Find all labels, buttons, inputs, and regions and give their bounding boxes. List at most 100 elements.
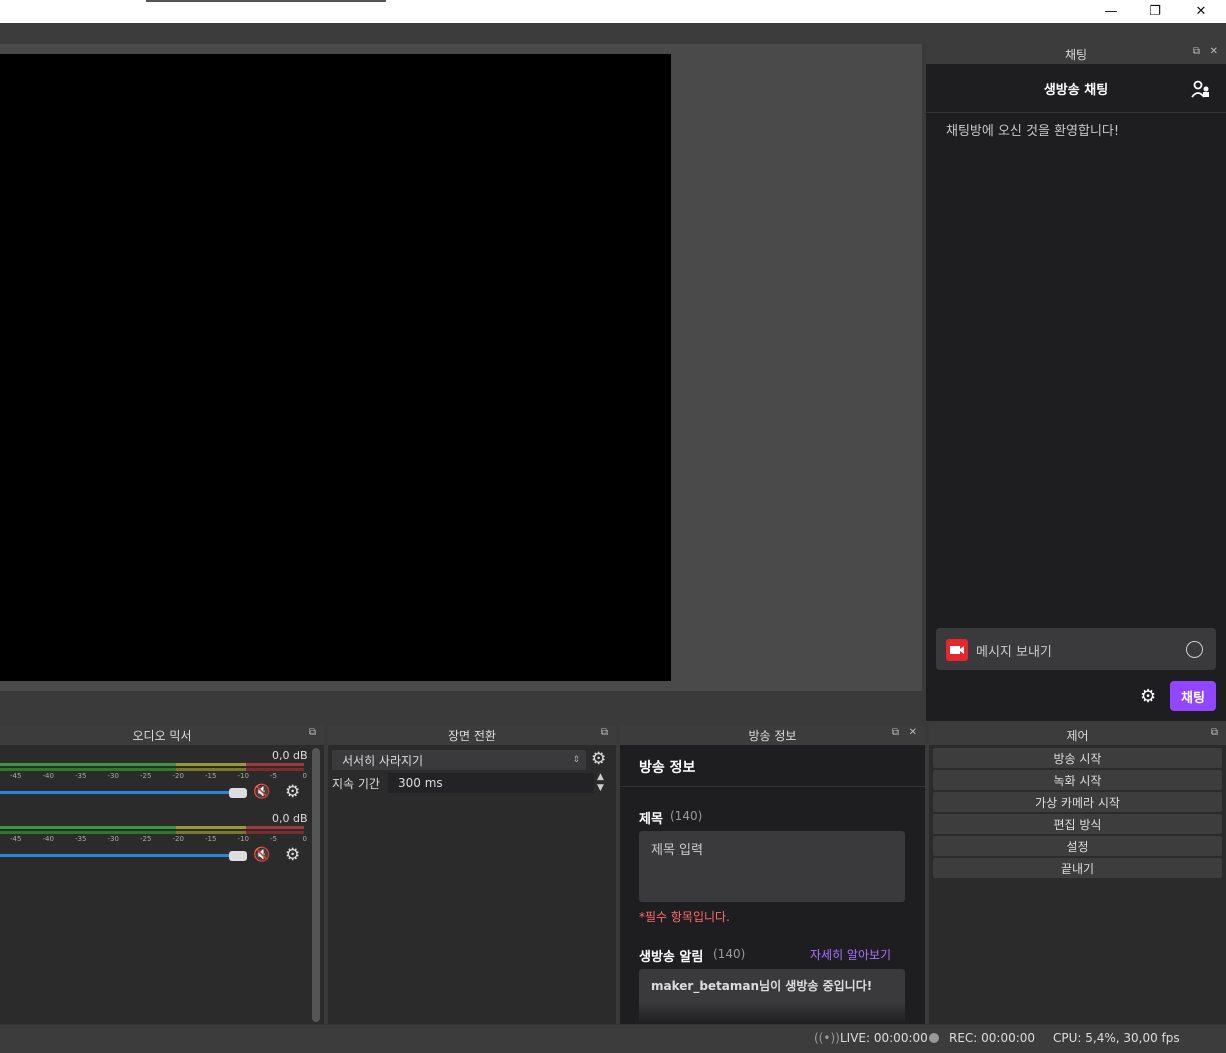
gear-icon[interactable]: ⚙ [1140,686,1156,707]
settings-button[interactable]: 설정 [933,836,1222,856]
meter-green [0,768,176,771]
float-icon[interactable]: ⧉ [892,727,899,738]
meter-scale-tick: 0 [302,835,307,843]
title-count: (140) [670,809,703,823]
meter-scale-tick: -25 [140,835,152,843]
chat-dock-title-label: 채팅 [1064,47,1088,62]
meter-red [246,831,304,834]
controls-dock-title: 제어 ⧉ [929,725,1226,745]
volume-slider-track[interactable] [0,791,232,794]
notify-label: 생방송 알림 [639,950,704,965]
users-icon[interactable] [1190,79,1212,99]
learn-more-link[interactable]: 자세히 알아보기 [810,946,891,963]
meter-scale-tick: -45 [10,772,22,780]
chat-dock-title: 채팅 ⧉ ✕ [926,44,1226,64]
mute-icon[interactable]: 🔇 [253,784,270,800]
duration-input[interactable]: 300 ms [388,773,594,793]
preview-bottom-bar [0,691,926,721]
chat-dock: 채팅 ⧉ ✕ [926,44,1226,721]
chat-welcome-message: 채팅방에 오신 것을 환영합니다! [946,124,1120,139]
window-titlebar [0,0,1226,23]
notify-value: maker_betaman님이 생방송 중입니다! [651,979,873,993]
mute-icon[interactable]: 🔇 [253,847,270,863]
mixer-scrollbar[interactable] [312,748,320,1022]
float-icon[interactable]: ⧉ [601,727,608,738]
start-virtual-camera-button[interactable]: 가상 카메라 시작 [933,792,1222,812]
status-bar [0,1024,1226,1053]
chat-send-button[interactable]: 채팅 [1170,681,1216,711]
meter-scale-tick: -35 [75,772,87,780]
meter-scale: -45 -40 -35 -30 -25 -20 -15 -10 -5 0 [0,835,310,845]
chat-input-placeholder: 메시지 보내기 [976,645,1052,660]
studio-mode-button[interactable]: 편집 방식 [933,814,1222,834]
minimize-button[interactable]: — [1088,0,1134,23]
meter-scale-tick: -10 [237,835,249,843]
live-time: LIVE: 00:00:00 [840,1031,928,1045]
meter-yellow [176,826,246,829]
info-dock-title: 방송 정보 ⧉ ✕ [620,725,925,745]
volume-slider-handle[interactable] [229,851,247,861]
meter-yellow [176,831,246,834]
transition-select[interactable]: 서서히 사라지기 ⇕ [332,750,586,770]
info-dock-title-label: 방송 정보 [748,728,797,743]
title-placeholder: 제목 입력 [651,843,703,858]
live-signal-icon: ((•)) [814,1031,840,1045]
title-underline [146,0,386,2]
volume-slider-handle[interactable] [229,788,247,798]
track-db-label: 0,0 dB [272,749,308,762]
start-recording-button[interactable]: 녹화 시작 [933,770,1222,790]
duration-value: 300 ms [398,776,443,790]
mixer-dock-title-label: 오디오 믹서 [132,728,192,743]
start-streaming-button[interactable]: 방송 시작 [933,748,1222,768]
transition-dock-title-label: 장면 전환 [448,728,496,743]
rec-dot-icon [929,1033,939,1043]
gear-icon[interactable]: ⚙ [285,845,300,865]
menu-bar [0,23,1226,44]
title-label: 제목 [639,812,663,827]
duration-label: 지속 기간 [332,777,380,791]
meter-scale-tick: -25 [140,772,152,780]
meter-scale-tick: -5 [270,835,277,843]
meter-scale-tick: -10 [237,772,249,780]
meter-scale-tick: -30 [107,772,119,780]
chat-header-title: 생방송 채팅 [1043,82,1109,98]
float-icon[interactable]: ⧉ [309,727,316,738]
close-icon[interactable]: ✕ [909,727,917,738]
track-db-label: 0,0 dB [272,812,308,825]
required-message: *필수 항목입니다. [639,910,730,924]
mixer-dock-title: 오디오 믹서 ⧉ [0,725,324,745]
gear-icon[interactable]: ⚙ [591,749,606,769]
meter-scale-tick: -5 [270,772,277,780]
notify-count: (140) [713,947,746,961]
meter-scale-tick: -20 [172,835,184,843]
restore-button[interactable]: ❐ [1132,0,1178,23]
close-icon[interactable]: ✕ [1210,46,1218,57]
info-heading: 방송 정보 [639,760,696,776]
meter-red [246,768,304,771]
transition-selected: 서서히 사라지기 [342,753,424,768]
meter-scale-tick: -40 [42,835,54,843]
float-icon[interactable]: ⧉ [1211,727,1218,738]
camera-icon [946,639,968,661]
emoji-icon[interactable] [1186,641,1203,658]
meter-scale-tick: -20 [172,772,184,780]
meter-scale-tick: 0 [302,772,307,780]
meter-scale-tick: -40 [42,772,54,780]
preview-canvas[interactable] [0,54,671,681]
exit-button[interactable]: 끝내기 [933,858,1222,878]
meter-scale-tick: -15 [205,772,217,780]
divider [620,786,925,787]
duration-stepper[interactable]: ▲ ▼ [597,772,604,794]
meter-green [0,831,176,834]
transition-dock-title: 장면 전환 ⧉ [328,725,616,745]
meter-yellow [176,763,246,766]
title-input[interactable]: 제목 입력 [639,831,905,902]
close-button[interactable]: ✕ [1178,0,1224,23]
notify-input[interactable]: maker_betaman님이 생방송 중입니다! [639,969,905,1024]
meter-red [246,763,304,766]
float-icon[interactable]: ⧉ [1193,46,1200,57]
cpu-fps: CPU: 5,4%, 30,00 fps [1053,1031,1180,1045]
volume-slider-track[interactable] [0,854,232,857]
rec-time: REC: 00:00:00 [949,1031,1036,1045]
gear-icon[interactable]: ⚙ [285,782,300,802]
